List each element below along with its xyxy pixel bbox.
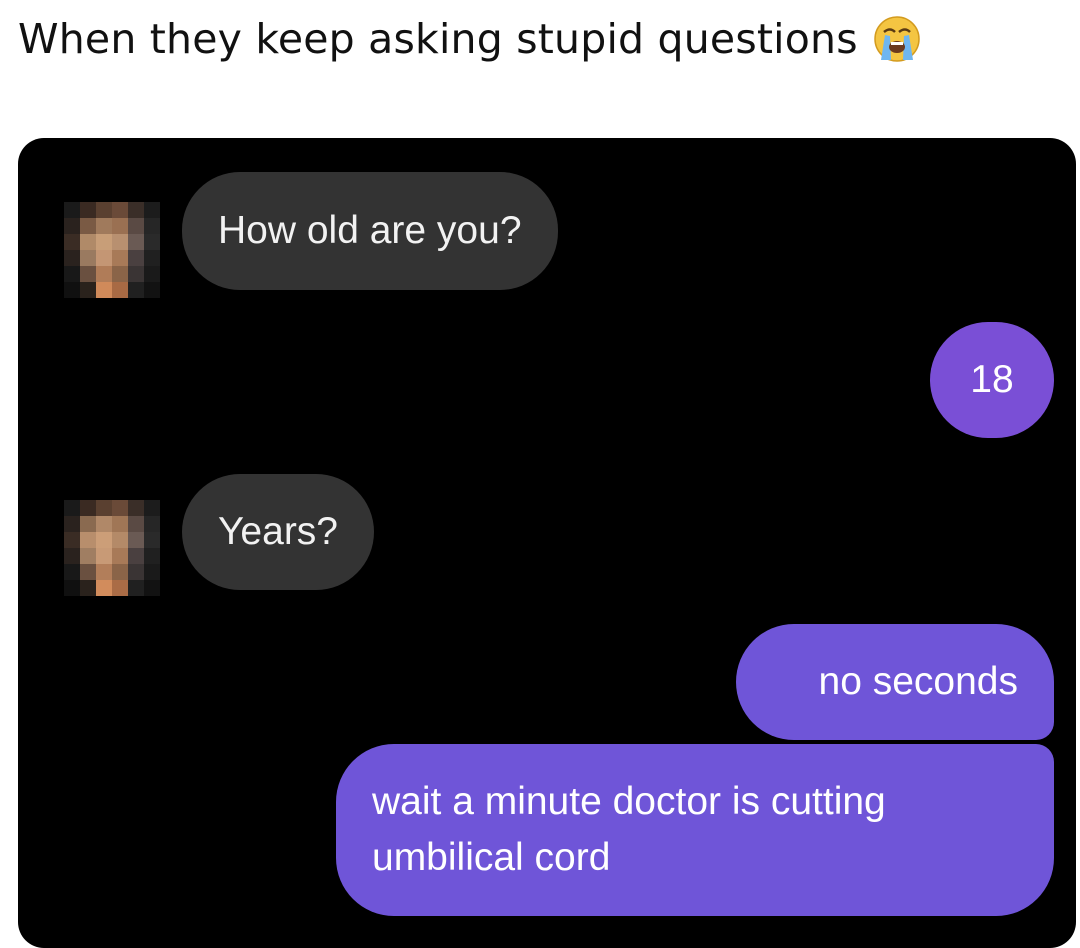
message-text: Years? (218, 510, 338, 553)
outgoing-message-bubble: no seconds (736, 624, 1054, 740)
incoming-message-bubble: How old are you? (182, 172, 558, 290)
outgoing-message-bubble: wait a minute doctor is cutting umbilica… (336, 744, 1054, 916)
incoming-message-bubble: Years? (182, 474, 374, 590)
avatar-icon (64, 202, 160, 298)
avatar-icon (64, 500, 160, 596)
caption-text: When they keep asking stupid questions (18, 15, 858, 63)
chat-window: How old are you? 18 Years? no seconds wa… (18, 138, 1076, 948)
message-text: How old are you? (218, 209, 522, 252)
message-text: 18 (970, 358, 1014, 401)
meme-caption: When they keep asking stupid questions (18, 8, 922, 70)
message-text: wait a minute doctor is cutting umbilica… (372, 780, 886, 879)
loudly-crying-face-icon (874, 16, 920, 62)
message-text: no seconds (818, 660, 1018, 703)
outgoing-message-bubble: 18 (930, 322, 1054, 438)
